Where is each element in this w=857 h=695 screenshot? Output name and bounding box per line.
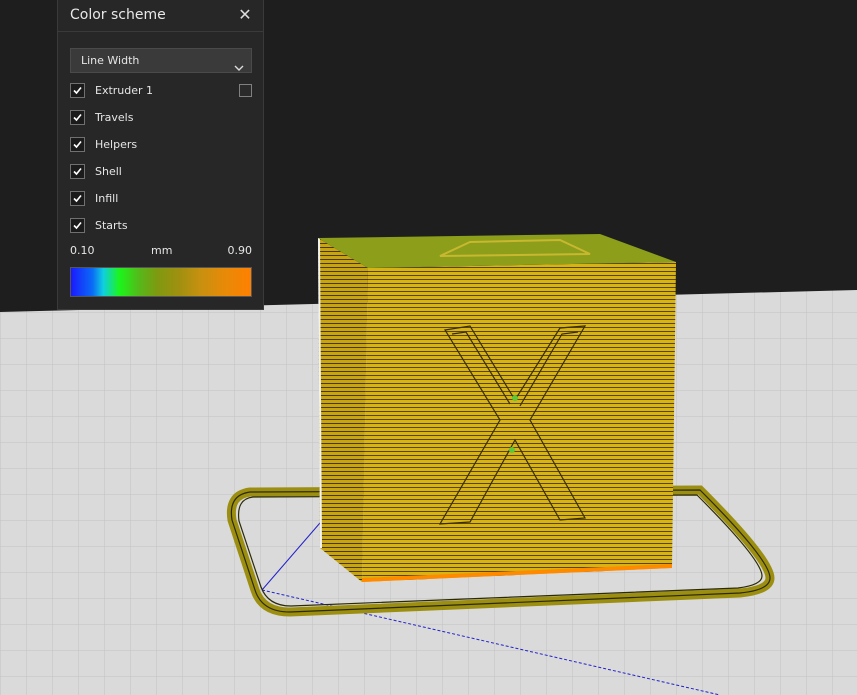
- close-button[interactable]: ✕: [235, 5, 255, 25]
- checkbox-row-infill: Infill: [70, 191, 252, 209]
- checkmark-icon: [73, 194, 82, 203]
- checkbox-label: Starts: [95, 219, 128, 232]
- checkmark-icon: [73, 221, 82, 230]
- checkbox-label: Travels: [95, 111, 134, 124]
- chevron-down-icon: [234, 57, 244, 76]
- legend-range: 0.10 mm 0.90: [70, 244, 252, 258]
- checkbox-row-travels: Travels: [70, 110, 252, 128]
- extruder-color-swatch[interactable]: [239, 84, 252, 97]
- checkmark-icon: [73, 113, 82, 122]
- checkbox-label: Extruder 1: [95, 84, 154, 97]
- checkbox-helpers[interactable]: [70, 137, 85, 152]
- dropdown-selected-value: Line Width: [81, 54, 140, 67]
- panel-header: Color scheme ✕: [58, 0, 263, 32]
- checkbox-extruder-1[interactable]: [70, 83, 85, 98]
- checkbox-label: Helpers: [95, 138, 138, 151]
- checkbox-row-extruder-1: Extruder 1: [70, 83, 252, 101]
- color-gradient-legend: [70, 267, 252, 297]
- checkbox-travels[interactable]: [70, 110, 85, 125]
- cube-front-face: [362, 262, 676, 582]
- checkbox-row-starts: Starts: [70, 218, 252, 236]
- checkbox-infill[interactable]: [70, 191, 85, 206]
- color-scheme-panel: Color scheme ✕ Line Width Extruder 1 Tra…: [57, 0, 264, 310]
- checkbox-starts[interactable]: [70, 218, 85, 233]
- checkmark-icon: [73, 167, 82, 176]
- checkbox-label: Shell: [95, 165, 122, 178]
- close-icon: ✕: [238, 5, 252, 24]
- color-scheme-dropdown[interactable]: Line Width: [70, 48, 252, 73]
- legend-min: 0.10: [70, 244, 95, 257]
- panel-title: Color scheme: [70, 7, 166, 23]
- cube-left-face: [318, 238, 368, 582]
- checkbox-row-shell: Shell: [70, 164, 252, 182]
- checkbox-shell[interactable]: [70, 164, 85, 179]
- checkbox-label: Infill: [95, 192, 119, 205]
- checkmark-icon: [73, 86, 82, 95]
- checkbox-row-helpers: Helpers: [70, 137, 252, 155]
- legend-max: 0.90: [227, 244, 253, 257]
- legend-unit: mm: [151, 244, 173, 257]
- checkmark-icon: [73, 140, 82, 149]
